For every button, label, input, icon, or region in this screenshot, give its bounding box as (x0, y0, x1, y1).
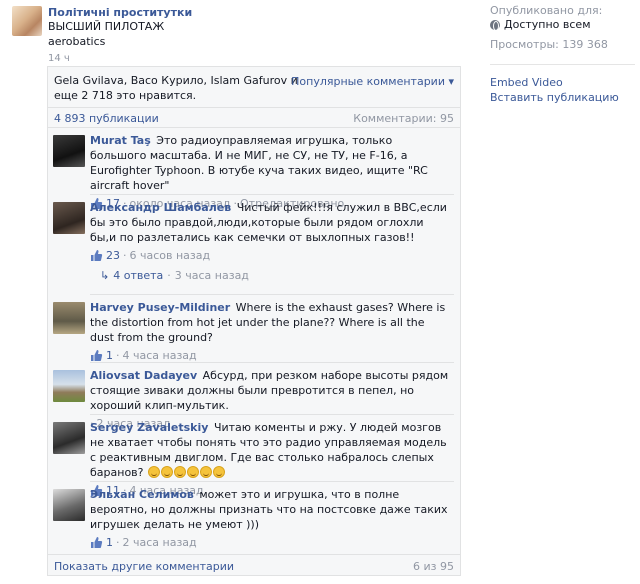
comment-author[interactable]: Александр Шамбалев (90, 201, 231, 214)
post-text-line-1: ВЫСШИЙ ПИЛОТАЖ (48, 20, 165, 33)
divider (48, 554, 460, 555)
comments-count: Комментарии: 95 (353, 112, 454, 125)
replies-link[interactable]: 4 ответа (113, 269, 163, 282)
commenter-avatar[interactable] (53, 422, 85, 454)
reply-arrow-icon: ↳ (100, 269, 110, 282)
comment-meta: 23 · 6 часов назад (90, 248, 450, 263)
divider (90, 414, 454, 415)
thumbs-up-icon[interactable] (90, 349, 103, 362)
show-more-comments-link[interactable]: Показать другие комментарии (54, 560, 234, 573)
commenter-avatar[interactable] (53, 489, 85, 521)
shares-link[interactable]: 4 893 публикации (54, 112, 159, 125)
smile-emoji-icon (200, 466, 212, 478)
post-timestamp[interactable]: 14 ч (48, 53, 70, 64)
comment-author[interactable]: Sergey Zavaletskiy (90, 421, 208, 434)
insert-post-link[interactable]: Вставить публикацию (490, 90, 635, 105)
replies-row[interactable]: ↳ 4 ответа · 3 часа назад (100, 269, 249, 282)
separator: · (116, 349, 120, 362)
divider (90, 194, 454, 195)
smile-emoji-icon (187, 466, 199, 478)
comment-time[interactable]: 6 часов назад (130, 248, 211, 263)
comment-time[interactable]: 4 часа назад (123, 348, 197, 363)
commenter-avatar[interactable] (53, 370, 85, 402)
separator: · (123, 249, 127, 262)
separator: · (116, 536, 120, 549)
divider (90, 481, 454, 482)
page-name-link[interactable]: Політичні проститутки (48, 6, 192, 19)
separator: · (167, 269, 171, 282)
like-count[interactable]: 1 (106, 348, 113, 363)
comments-shown-count: 6 из 95 (413, 560, 454, 573)
views-count: Просмотры: 139 368 (490, 38, 608, 51)
likes-summary[interactable]: Gela Gvilava, Васо Курило, Islam Gafurov… (54, 73, 316, 103)
page-avatar[interactable] (12, 6, 42, 36)
comment-author[interactable]: Murat Taş (90, 134, 151, 147)
thumbs-up-icon[interactable] (90, 249, 103, 262)
commenter-avatar[interactable] (53, 135, 85, 167)
comment-author[interactable]: Эльхан Селимов (90, 488, 194, 501)
comment-author[interactable]: Harvey Pusey-Mildiner (90, 301, 230, 314)
thumbs-up-icon[interactable] (90, 536, 103, 549)
comment-sort-dropdown[interactable]: Популярные комментарии ▾ (291, 75, 454, 88)
globe-icon (490, 20, 500, 31)
comments-panel: Gela Gvilava, Васо Курило, Islam Gafurov… (47, 66, 461, 576)
audience-selector[interactable]: Доступно всем (490, 18, 635, 32)
post-sidebar: Опубликовано для: Доступно всем Просмотр… (490, 4, 635, 105)
comment-meta: 1 · 2 часа назад (90, 535, 450, 550)
comment-meta: 1 · 4 часа назад (90, 348, 450, 363)
smile-emoji-icon (148, 466, 160, 478)
commenter-avatar[interactable] (53, 302, 85, 334)
like-count[interactable]: 1 (106, 535, 113, 550)
replies-time: 3 часа назад (174, 269, 249, 282)
divider (90, 362, 454, 363)
published-label: Опубликовано для: (490, 4, 603, 17)
post-text-line-2: aerobatics (48, 35, 106, 48)
commenter-avatar[interactable] (53, 202, 85, 234)
sidebar-divider (490, 64, 635, 65)
like-count[interactable]: 23 (106, 248, 120, 263)
divider (48, 107, 460, 108)
comment-time[interactable]: 2 часа назад (123, 535, 197, 550)
comment-author[interactable]: Aliovsat Dadayev (90, 369, 197, 382)
audience-label: Доступно всем (504, 18, 591, 31)
divider (48, 127, 460, 128)
smile-emoji-group (147, 466, 225, 479)
embed-video-link[interactable]: Embed Video (490, 75, 635, 90)
divider (90, 294, 454, 295)
smile-emoji-icon (161, 466, 173, 478)
smile-emoji-icon (213, 466, 225, 478)
smile-emoji-icon (174, 466, 186, 478)
post-header: Політичні проститутки ВЫСШИЙ ПИЛОТАЖ aer… (12, 6, 472, 66)
